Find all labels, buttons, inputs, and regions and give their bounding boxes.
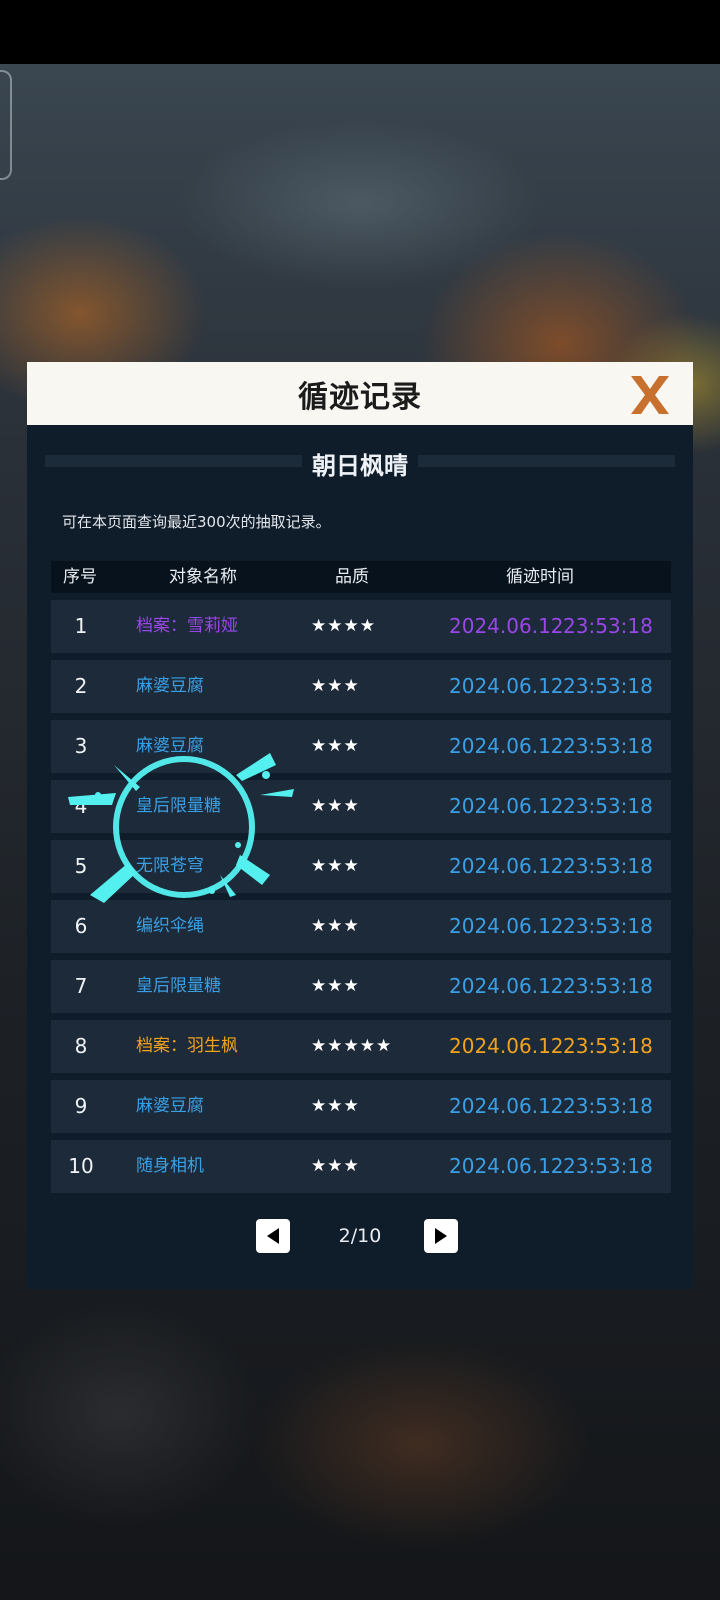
record-date: 2024.06.12 xyxy=(449,1094,564,1118)
record-name: 麻婆豆腐 xyxy=(136,1096,204,1116)
table-row: 10 随身相机 ★★★ 2024.06.12 23:53:18 xyxy=(51,1140,671,1193)
record-date: 2024.06.12 xyxy=(449,1034,564,1058)
record-index: 4 xyxy=(74,794,88,818)
record-index: 8 xyxy=(74,1034,88,1058)
next-page-button[interactable] xyxy=(424,1219,458,1253)
column-quality: 品质 xyxy=(335,567,369,587)
table-row: 7 皇后限量糖 ★★★ 2024.06.12 23:53:18 xyxy=(51,960,671,1013)
record-time: 23:53:18 xyxy=(563,1154,653,1178)
record-time: 23:53:18 xyxy=(563,614,653,638)
record-stars: ★★★ xyxy=(311,856,360,876)
record-time: 23:53:18 xyxy=(563,1094,653,1118)
record-stars: ★★★ xyxy=(311,1096,360,1116)
close-button[interactable] xyxy=(627,372,673,418)
table-header: 序号 对象名称 品质 循迹时间 xyxy=(51,561,671,593)
record-name: 档案：羽生枫 xyxy=(136,1036,238,1056)
pagination: 2/10 xyxy=(27,1219,693,1253)
table-row: 8 档案：羽生枫 ★★★★★ 2024.06.12 23:53:18 xyxy=(51,1020,671,1073)
table-row: 4 皇后限量糖 ★★★ 2024.06.12 23:53:18 xyxy=(51,780,671,833)
record-stars: ★★★ xyxy=(311,796,360,816)
record-time: 23:53:18 xyxy=(563,1034,653,1058)
record-index: 3 xyxy=(74,734,88,758)
record-index: 9 xyxy=(74,1094,88,1118)
table-row: 5 无限苍穹 ★★★ 2024.06.12 23:53:18 xyxy=(51,840,671,893)
record-name: 皇后限量糖 xyxy=(136,976,221,996)
record-time: 23:53:18 xyxy=(563,854,653,878)
record-name: 麻婆豆腐 xyxy=(136,736,204,756)
status-bar xyxy=(0,0,720,64)
record-note: 可在本页面查询最近300次的抽取记录。 xyxy=(62,513,331,531)
dialog-header: 循迹记录 xyxy=(27,362,693,425)
record-index: 2 xyxy=(74,674,88,698)
record-name: 档案：雪莉娅 xyxy=(136,616,238,636)
table-row: 2 麻婆豆腐 ★★★ 2024.06.12 23:53:18 xyxy=(51,660,671,713)
table-row: 3 麻婆豆腐 ★★★ 2024.06.12 23:53:18 xyxy=(51,720,671,773)
dialog-title: 循迹记录 xyxy=(298,379,422,415)
record-name: 皇后限量糖 xyxy=(136,796,221,816)
banner-title: 朝日枫晴 xyxy=(27,446,693,481)
record-index: 10 xyxy=(68,1154,94,1178)
triangle-left-icon xyxy=(267,1228,279,1244)
triangle-right-icon xyxy=(435,1228,447,1244)
background-frame-edge xyxy=(0,70,12,180)
table-row: 1 档案：雪莉娅 ★★★★ 2024.06.12 23:53:18 xyxy=(51,600,671,653)
record-date: 2024.06.12 xyxy=(449,1154,564,1178)
record-date: 2024.06.12 xyxy=(449,614,564,638)
record-time: 23:53:18 xyxy=(563,734,653,758)
record-index: 1 xyxy=(74,614,88,638)
record-time: 23:53:18 xyxy=(563,794,653,818)
record-date: 2024.06.12 xyxy=(449,794,564,818)
record-date: 2024.06.12 xyxy=(449,854,564,878)
record-stars: ★★★ xyxy=(311,916,360,936)
record-time: 23:53:18 xyxy=(563,914,653,938)
record-stars: ★★★ xyxy=(311,976,360,996)
table-row: 6 编织伞绳 ★★★ 2024.06.12 23:53:18 xyxy=(51,900,671,953)
column-time: 循迹时间 xyxy=(506,567,574,587)
record-date: 2024.06.12 xyxy=(449,974,564,998)
record-name: 编织伞绳 xyxy=(136,916,204,936)
record-stars: ★★★★ xyxy=(311,616,376,636)
record-date: 2024.06.12 xyxy=(449,674,564,698)
record-name: 随身相机 xyxy=(136,1156,204,1176)
prev-page-button[interactable] xyxy=(256,1219,290,1253)
column-index: 序号 xyxy=(63,567,97,587)
record-stars: ★★★ xyxy=(311,1156,360,1176)
record-date: 2024.06.12 xyxy=(449,914,564,938)
record-stars: ★★★ xyxy=(311,736,360,756)
record-stars: ★★★ xyxy=(311,676,360,696)
page-indicator: 2/10 xyxy=(338,1225,382,1247)
record-index: 5 xyxy=(74,854,88,878)
record-date: 2024.06.12 xyxy=(449,734,564,758)
record-index: 7 xyxy=(74,974,88,998)
record-index: 6 xyxy=(74,914,88,938)
record-dialog: 循迹记录 朝日枫晴 可在本页面查询最近300次的抽取记录。 序号 对象名称 品质… xyxy=(27,362,693,1289)
record-name: 无限苍穹 xyxy=(136,856,204,876)
record-time: 23:53:18 xyxy=(563,674,653,698)
record-name: 麻婆豆腐 xyxy=(136,676,204,696)
record-stars: ★★★★★ xyxy=(311,1036,393,1056)
column-name: 对象名称 xyxy=(169,567,237,587)
table-row: 9 麻婆豆腐 ★★★ 2024.06.12 23:53:18 xyxy=(51,1080,671,1133)
record-time: 23:53:18 xyxy=(563,974,653,998)
close-x-icon xyxy=(631,376,669,414)
